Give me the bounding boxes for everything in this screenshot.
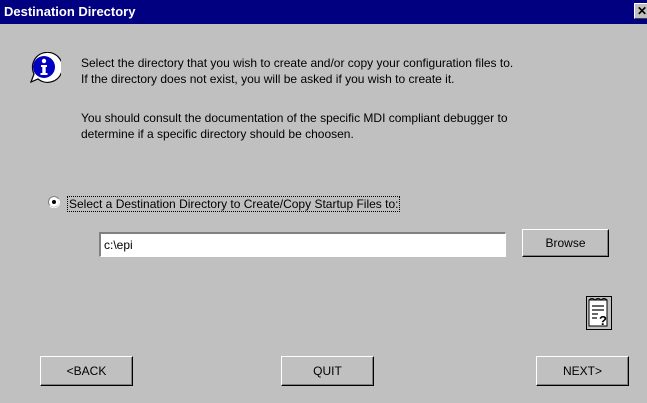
browse-button[interactable]: Browse [522,229,609,257]
help-document-icon[interactable]: ? [586,296,612,330]
dialog-window: Destination Directory ✕ Select the direc… [0,0,647,403]
info-text-line-3: You should consult the documentation of … [81,111,508,125]
window-title: Destination Directory [4,4,136,19]
info-text-line-2: If the directory does not exist, you wil… [81,72,455,86]
title-bar: Destination Directory ✕ [0,0,647,24]
destination-radio[interactable] [48,196,60,208]
info-text-line-1: Select the directory that you wish to cr… [81,56,514,70]
destination-path-input[interactable] [99,232,506,257]
destination-radio-label[interactable]: Select a Destination Directory to Create… [67,196,401,212]
browse-button-label: Browse [545,236,586,250]
back-button-label: <BACK [66,364,107,378]
back-button[interactable]: <BACK [40,356,133,386]
info-icon [29,52,61,84]
close-button[interactable]: ✕ [634,3,647,19]
close-icon: ✕ [636,4,647,18]
info-text-line-4: determine if a specific directory should… [81,127,354,141]
next-button-label: NEXT> [562,364,602,378]
next-button[interactable]: NEXT> [536,356,629,386]
svg-text:?: ? [599,313,607,328]
quit-button-label: QUIT [313,364,342,378]
quit-button[interactable]: QUIT [281,356,374,386]
